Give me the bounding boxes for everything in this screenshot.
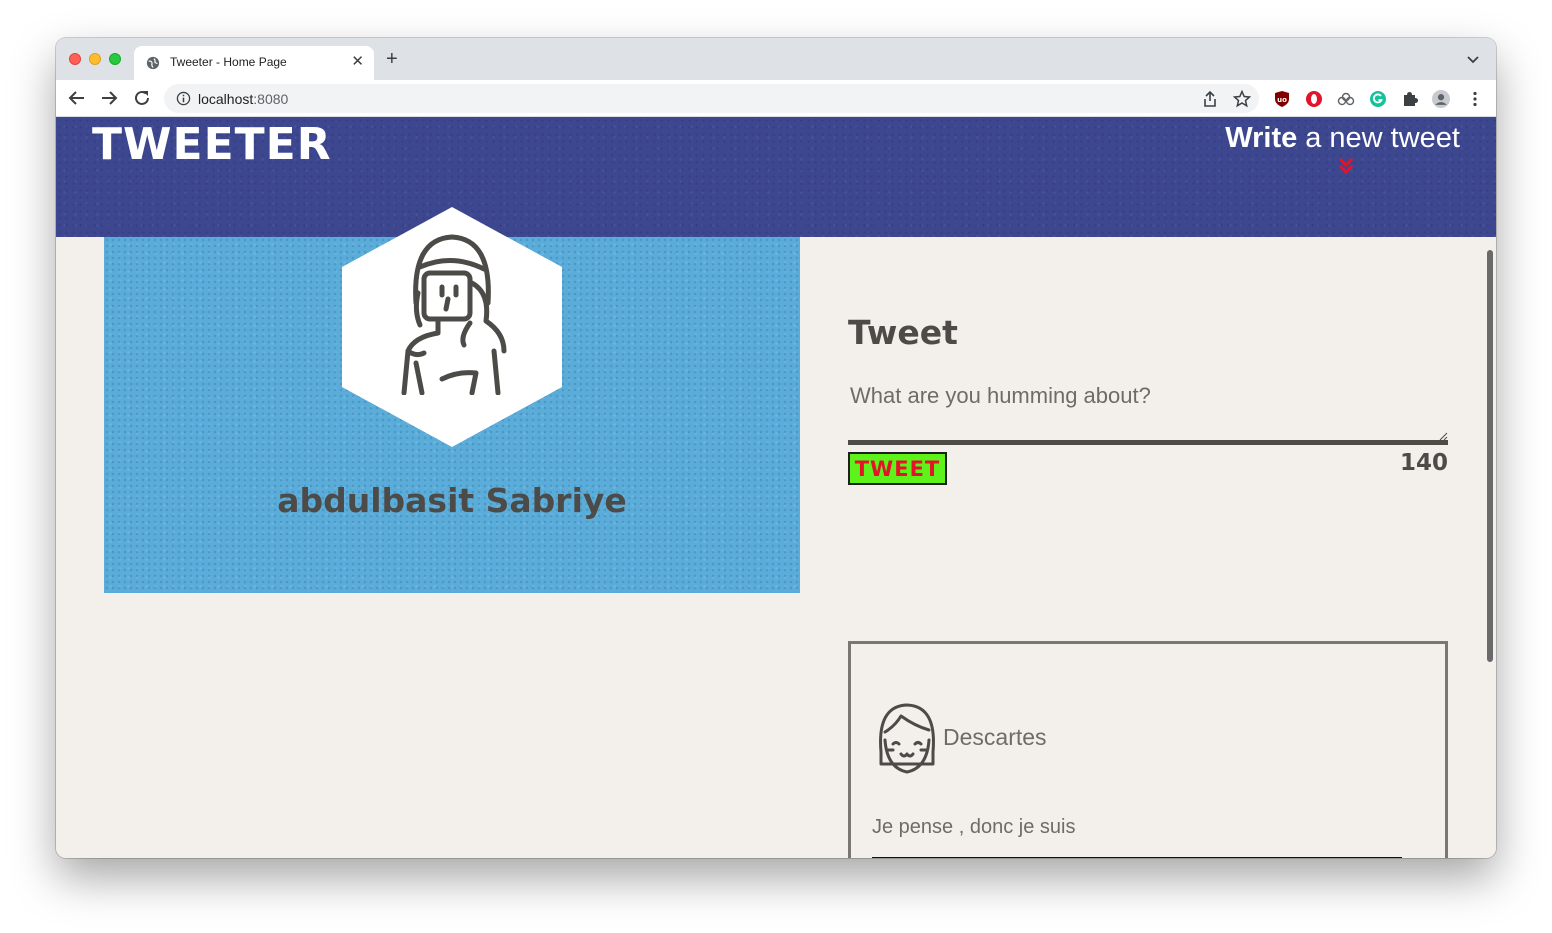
address-bar[interactable]: localhost:8080: [164, 84, 1259, 113]
share-icon[interactable]: [1201, 90, 1219, 108]
avatar-icon: [401, 234, 507, 395]
resize-grip-icon[interactable]: [1438, 431, 1448, 441]
double-chevron-down-icon[interactable]: [1338, 157, 1354, 175]
tweet-textarea[interactable]: [848, 375, 1448, 445]
profile-name: abdulbasit Sabriye: [277, 481, 627, 520]
tab-title: Tweeter - Home Page: [170, 55, 287, 69]
character-counter: 140: [1399, 450, 1448, 476]
opera-icon[interactable]: [1305, 90, 1323, 108]
tweet-text: Je pense , donc je suis: [872, 816, 1076, 838]
globe-icon: [146, 56, 160, 70]
compose-toggle-bold: Write: [1225, 122, 1298, 154]
compose-toggle-text: a new tweet: [1305, 122, 1460, 154]
browser-toolbar: localhost:8080 uo: [56, 80, 1496, 117]
brand-logo[interactable]: TWEETER: [92, 119, 332, 170]
kebab-menu-icon[interactable]: [1466, 90, 1484, 108]
browser-window: Tweeter - Home Page ✕ + localhost:8080 u…: [56, 38, 1496, 858]
tab-close-icon[interactable]: ✕: [351, 54, 364, 70]
svg-text:uo: uo: [1277, 96, 1287, 104]
compose-toggle[interactable]: Write a new tweet: [1225, 122, 1460, 155]
back-icon[interactable]: [68, 89, 86, 107]
tweet-author: Descartes: [943, 724, 1047, 750]
profile-card: abdulbasit Sabriye: [104, 207, 800, 593]
extension-cloud-icon[interactable]: [1337, 90, 1355, 108]
star-icon[interactable]: [1233, 90, 1251, 108]
tab-strip: Tweeter - Home Page ✕ +: [56, 38, 1496, 80]
minimize-window-button[interactable]: [89, 53, 101, 65]
page-content: TWEETER Write a new tweet abdulbasit Sab…: [56, 117, 1496, 858]
url-host: localhost: [198, 91, 254, 107]
url-text: localhost:8080: [198, 91, 288, 107]
ublock-icon[interactable]: uo: [1273, 90, 1291, 108]
chevron-down-icon[interactable]: [1466, 52, 1480, 66]
tweet-divider: [872, 857, 1402, 858]
reload-icon[interactable]: [133, 89, 151, 107]
tweet-avatar-icon: [879, 703, 935, 774]
forward-icon[interactable]: [100, 89, 118, 107]
puzzle-icon[interactable]: [1401, 90, 1419, 108]
profile-icon[interactable]: [1432, 90, 1450, 108]
info-icon[interactable]: [176, 91, 191, 106]
new-tab-button[interactable]: +: [386, 49, 398, 69]
grammarly-icon[interactable]: [1369, 90, 1387, 108]
browser-tab[interactable]: Tweeter - Home Page ✕: [134, 46, 374, 80]
close-window-button[interactable]: [69, 53, 81, 65]
tweet-submit-button[interactable]: TWEET: [848, 452, 947, 485]
tweet-card: Descartes Je pense , donc je suis: [848, 641, 1448, 858]
page-scrollbar[interactable]: [1487, 250, 1493, 662]
site-header: TWEETER Write a new tweet: [56, 117, 1496, 237]
maximize-window-button[interactable]: [109, 53, 121, 65]
url-port: :8080: [253, 91, 289, 107]
compose-title: Tweet: [848, 313, 958, 352]
